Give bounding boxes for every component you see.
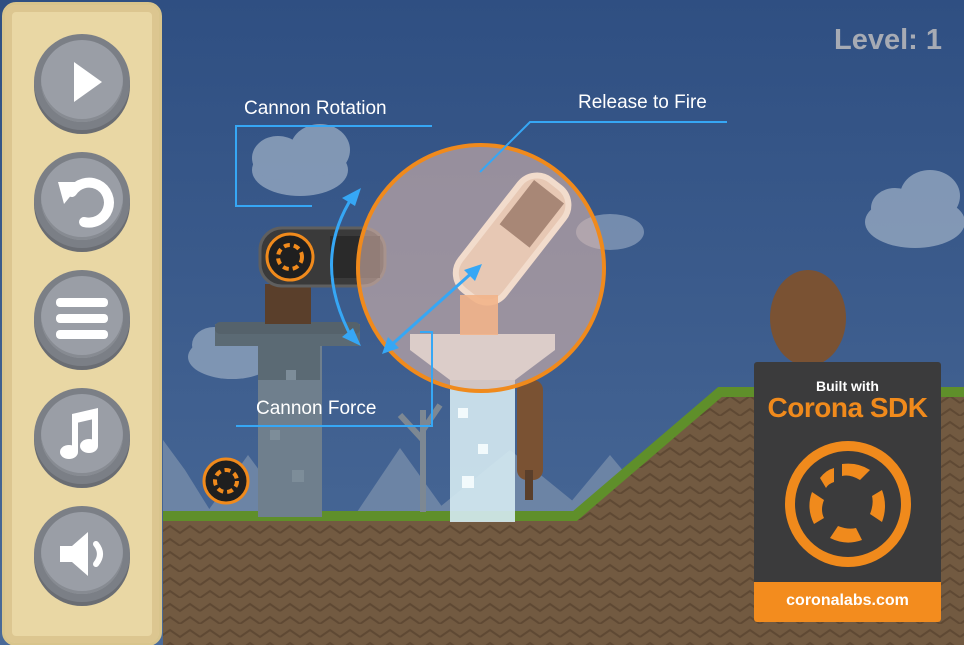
corona-logo-icon — [785, 441, 911, 567]
badge-product-name: Corona SDK — [767, 392, 928, 423]
cannonball[interactable] — [202, 457, 250, 505]
badge-url-bar: coronalabs.com — [754, 582, 941, 622]
sound-button[interactable] — [34, 506, 130, 602]
music-button[interactable] — [34, 388, 130, 484]
music-note-icon — [60, 408, 98, 459]
restart-button[interactable] — [34, 152, 130, 248]
restart-icon — [58, 177, 114, 228]
menu-icon — [56, 298, 108, 339]
cannon-rotation-label: Cannon Rotation — [244, 98, 387, 119]
release-to-fire-label: Release to Fire — [578, 92, 707, 113]
play-button[interactable] — [34, 34, 130, 130]
menu-button[interactable] — [34, 270, 130, 366]
level-indicator: Level: 1 — [834, 24, 942, 56]
cannon-mount — [265, 284, 311, 324]
play-icon — [74, 62, 102, 102]
speaker-icon — [60, 532, 103, 576]
side-menu — [0, 0, 162, 645]
cannon-force-label: Cannon Force — [256, 398, 377, 419]
game-stage[interactable]: Level: 1 Cannon Rotation Release to Fire… — [0, 0, 964, 645]
corona-sdk-badge[interactable]: Built with Corona SDK coronalabs.com — [754, 362, 941, 622]
tutorial-magnifier — [356, 143, 606, 393]
badge-url: coronalabs.com — [786, 592, 909, 609]
